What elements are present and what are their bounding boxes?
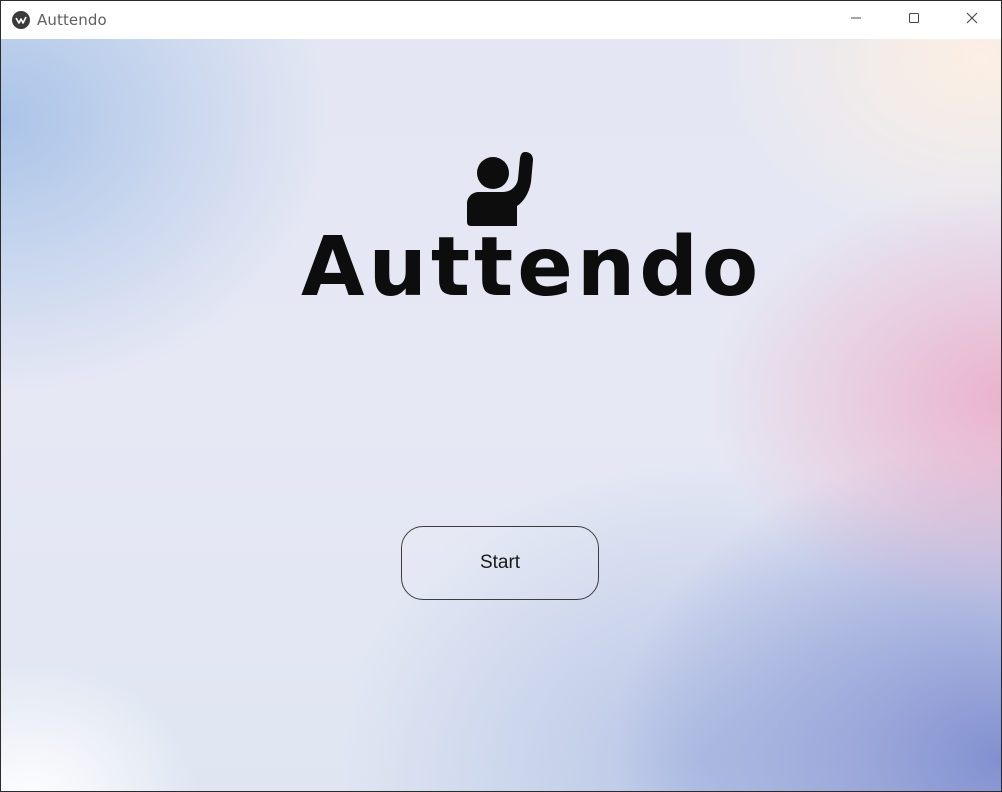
title-bar[interactable]: Auttendo [1,1,1001,39]
minimize-icon [850,11,862,29]
main-content: Auttendo Start [1,39,1001,791]
close-button[interactable] [943,1,1001,39]
app-logo-icon [12,11,30,29]
logo-wordmark: Auttendo [301,220,763,315]
raised-hand-person-icon [467,152,533,226]
close-icon [966,11,978,29]
start-button[interactable]: Start [401,526,599,600]
maximize-icon [908,11,920,29]
window-title: Auttendo [37,11,107,29]
app-window: Auttendo Auttendo Start [0,0,1002,792]
maximize-button[interactable] [885,1,943,39]
minimize-button[interactable] [827,1,885,39]
